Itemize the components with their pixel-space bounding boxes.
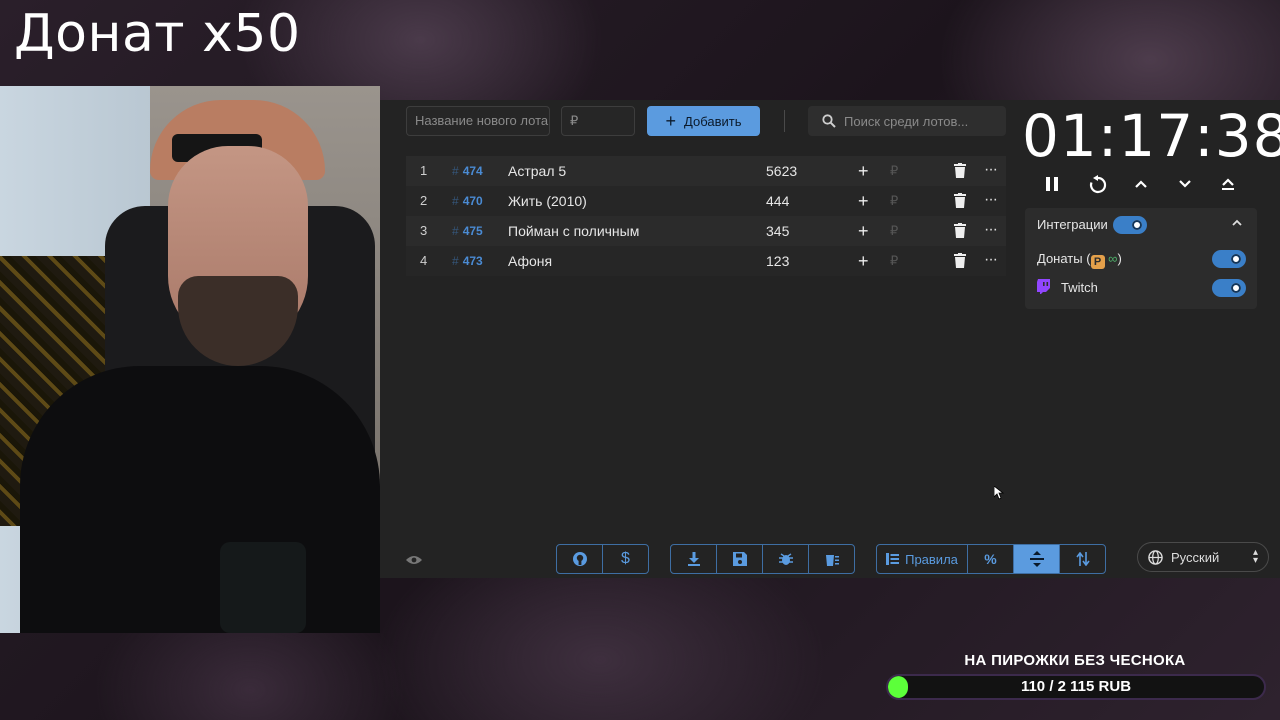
file-actions-group [670,544,855,574]
lot-id: 473 [462,254,483,268]
lot-id: 474 [462,164,483,178]
add-lot-label: Добавить [684,113,742,129]
currency-icon: ₽ [890,193,899,208]
mouse-cursor-icon [994,486,1004,500]
toolbar-divider [784,110,785,132]
lot-amount[interactable]: 5623 [766,156,797,186]
stream-overlay-title: Донат x50 [14,4,301,64]
chevron-down-icon[interactable] [1177,176,1193,197]
bottom-toolbar: $ Правила % Русский ▴ ▾ [380,542,1280,574]
lot-id: 475 [462,224,483,238]
lot-name[interactable]: Афоня [508,246,552,276]
donations-toggle[interactable] [1212,250,1246,268]
chevron-up-icon[interactable] [1133,176,1149,197]
sort-icon[interactable] [1060,545,1105,573]
rules-label: Правила [905,551,958,567]
eject-icon[interactable] [1220,176,1236,197]
currency-icon: ₽ [890,253,899,268]
rules-button[interactable]: Правила [877,545,968,573]
more-icon[interactable]: ··· [984,216,998,244]
lot-id-tag[interactable]: #475 [452,223,483,239]
twitch-icon [1037,279,1051,299]
add-amount-icon[interactable]: + [858,186,869,216]
timer-controls [1044,175,1244,197]
lots-list: 1 #474 Астрал 5 5623 + ₽ ··· 2 #470 Жить… [406,156,1006,276]
donation-goal-title: НА ПИРОЖКИ БЕЗ ЧЕСНОКА [964,652,1186,669]
lot-row[interactable]: 4 #473 Афоня 123 + ₽ ··· [406,246,1006,276]
search-icon [822,114,836,128]
integrations-title: Интеграции [1037,217,1108,232]
lot-row[interactable]: 3 #475 Пойман с поличным 345 + ₽ ··· [406,216,1006,246]
lot-index: 3 [420,223,428,238]
links-group: $ [556,544,649,574]
lot-index: 4 [420,253,428,268]
lot-amount[interactable]: 444 [766,186,789,216]
add-amount-icon[interactable]: + [858,246,869,276]
more-icon[interactable]: ··· [984,246,998,274]
donation-goal-progress: 110 / 2 115 RUB [1020,678,1132,695]
lot-index: 2 [420,193,428,208]
auction-timer: 01:17:38 [1022,102,1280,170]
bug-icon[interactable] [763,545,809,573]
download-icon[interactable] [671,545,717,573]
trash-icon[interactable] [954,253,966,268]
integrations-toggle[interactable] [1113,216,1147,234]
add-amount-icon[interactable]: + [858,156,869,186]
restart-icon[interactable] [1088,175,1108,200]
lot-id-tag[interactable]: #470 [452,193,483,209]
trash-icon[interactable] [954,223,966,238]
lot-index: 1 [420,163,428,178]
twitch-toggle[interactable] [1212,279,1246,297]
percent-icon[interactable]: % [968,545,1014,573]
eye-icon[interactable] [406,553,422,571]
language-select[interactable]: Русский ▴ ▾ [1137,542,1269,572]
split-icon[interactable] [1014,545,1060,573]
webcam-feed [0,86,380,633]
lot-row[interactable]: 2 #470 Жить (2010) 444 + ₽ ··· [406,186,1006,216]
lot-name[interactable]: Жить (2010) [508,186,587,216]
lot-name[interactable]: Пойман с поличным [508,216,639,246]
chevron-updown-icon: ▴ ▾ [1252,547,1258,566]
auction-app: Название нового лота ₽ + Добавить Поиск … [380,100,1280,578]
clear-icon[interactable] [809,545,854,573]
new-lot-amount-input[interactable]: ₽ [561,106,635,136]
trash-icon[interactable] [954,163,966,178]
lot-row[interactable]: 1 #474 Астрал 5 5623 + ₽ ··· [406,156,1006,186]
lot-amount[interactable]: 345 [766,216,789,246]
lot-name[interactable]: Астрал 5 [508,156,566,186]
github-icon[interactable] [557,545,603,573]
donations-label: Донаты (P ∞) [1037,251,1122,269]
donatepay-icon: P [1090,255,1105,269]
lot-id-tag[interactable]: #473 [452,253,483,269]
lot-amount[interactable]: 123 [766,246,789,276]
lot-search-input[interactable]: Поиск среди лотов... [808,106,1006,136]
add-lot-button[interactable]: + Добавить [647,106,760,136]
save-icon[interactable] [717,545,763,573]
currency-icon: ₽ [890,223,899,238]
integrations-panel: Интеграции Донаты (P ∞) Twitch [1025,208,1257,309]
twitch-label: Twitch [1061,280,1098,295]
pause-icon[interactable] [1044,176,1060,197]
language-label: Русский [1171,549,1220,565]
lot-id: 470 [462,194,483,208]
search-placeholder: Поиск среди лотов... [844,113,969,129]
chevron-up-icon[interactable] [1231,216,1243,234]
lot-id-tag[interactable]: #474 [452,163,483,179]
donations-label-text: Донаты ( [1037,251,1091,266]
plus-icon: + [665,111,677,131]
dollar-icon[interactable]: $ [603,545,648,573]
donations-label-suffix: ) [1117,251,1122,266]
currency-icon: ₽ [890,163,899,178]
trash-icon[interactable] [954,193,966,208]
donation-goal-bar: 110 / 2 115 RUB [886,674,1266,700]
new-lot-name-input[interactable]: Название нового лота [406,106,550,136]
more-icon[interactable]: ··· [984,156,998,184]
list-icon [886,553,900,565]
add-amount-icon[interactable]: + [858,216,869,246]
globe-icon [1148,549,1163,565]
more-icon[interactable]: ··· [984,186,998,214]
mode-group: Правила % [876,544,1106,574]
